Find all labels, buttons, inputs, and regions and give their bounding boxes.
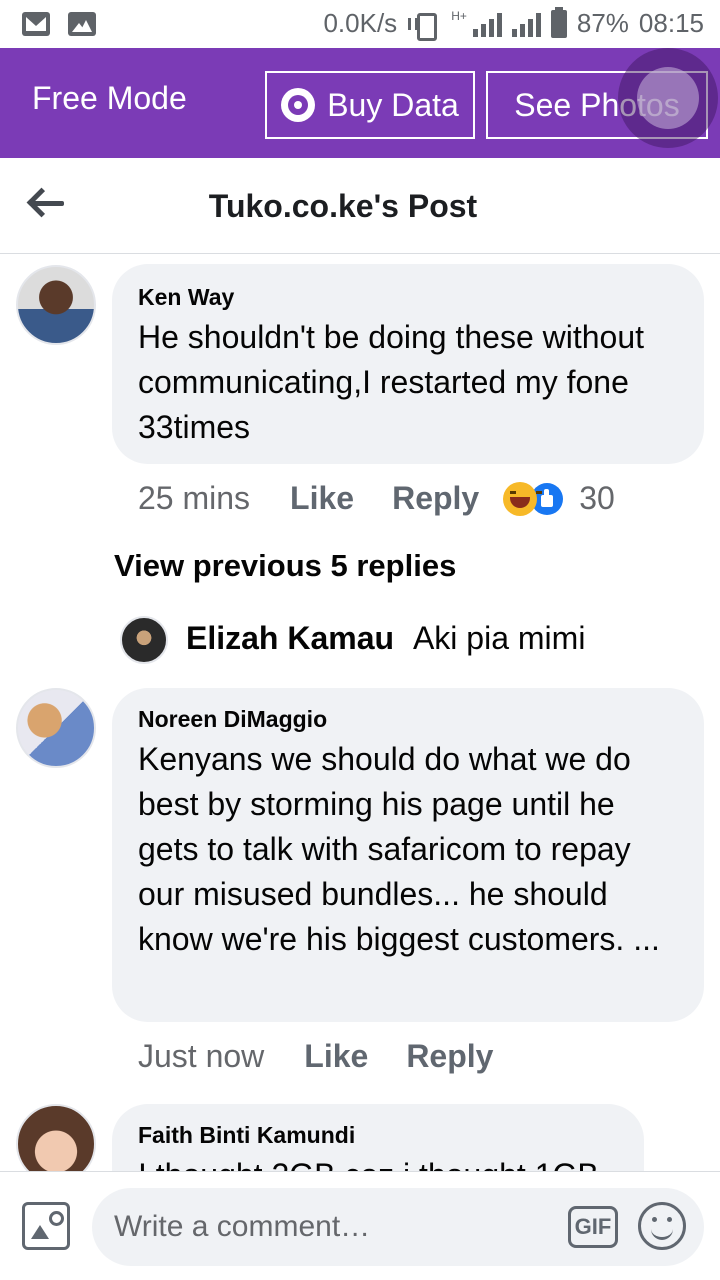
avatar[interactable] <box>16 1104 96 1171</box>
emoji-icon[interactable] <box>638 1202 686 1250</box>
gif-icon[interactable]: GIF <box>568 1206 618 1248</box>
signal-icon <box>472 11 502 37</box>
page-title: Tuko.co.ke's Post <box>208 188 478 224</box>
avatar[interactable] <box>16 688 96 768</box>
battery-icon <box>550 6 567 38</box>
network-type: H+ <box>451 8 467 23</box>
comment-bubble[interactable]: Faith Binti Kamundi I thought 2GB coz i … <box>112 1104 644 1171</box>
reply-button[interactable]: Reply <box>406 1038 493 1075</box>
post-header: Tuko.co.ke's Post <box>0 158 720 254</box>
haha-icon <box>503 481 543 516</box>
comment-time: Just now <box>138 1038 265 1074</box>
reply-author[interactable]: Elizah Kamau <box>186 620 394 656</box>
reply-text: Aki pia mimi <box>412 620 586 656</box>
reply-button[interactable]: Reply <box>392 480 479 517</box>
photo-icon[interactable] <box>22 1202 70 1250</box>
free-mode-bar: Free Mode Buy Data See Photos <box>0 48 720 158</box>
comment-text: Kenyans we should do what we do best by … <box>138 741 660 957</box>
clock: 08:15 <box>638 8 704 38</box>
comment-text: I thought 2GB coz i thought 1GB <box>138 1153 618 1171</box>
comment-bubble[interactable]: Noreen DiMaggio Kenyans we should do wha… <box>112 688 704 1022</box>
battery-percent: 87% <box>576 8 629 38</box>
comment-composer: Write a comment… GIF <box>0 1171 720 1280</box>
like-button[interactable]: Like <box>304 1038 368 1075</box>
comment-time: 25 mins <box>138 480 251 516</box>
buy-data-button[interactable]: Buy Data <box>265 71 475 139</box>
comment-text: He shouldn't be doing these without comm… <box>138 319 645 445</box>
touch-indicator-dot <box>637 67 699 129</box>
status-bar: 0.0K/s H+ 87% 08:15 <box>0 0 720 48</box>
gallery-notification-icon <box>68 12 96 36</box>
network-speed: 0.0K/s <box>323 8 398 38</box>
reactions[interactable] <box>503 481 564 516</box>
signal-icon-2 <box>511 11 541 37</box>
buy-data-label: Buy Data <box>327 86 459 123</box>
comment-actions: 25 mins Like Reply 30 <box>138 480 615 517</box>
view-previous-replies-link[interactable]: View previous 5 replies <box>114 548 456 584</box>
reaction-count: 30 <box>579 480 615 516</box>
comment-author[interactable]: Noreen DiMaggio <box>138 706 678 733</box>
broadcast-icon <box>281 88 316 122</box>
comment-author[interactable]: Ken Way <box>138 284 678 311</box>
avatar[interactable] <box>16 265 96 345</box>
comment-clip: Faith Binti Kamundi I thought 2GB coz i … <box>0 1100 720 1171</box>
gmail-notification-icon <box>22 12 50 36</box>
free-mode-label: Free Mode <box>32 80 187 116</box>
comment-author[interactable]: Faith Binti Kamundi <box>138 1122 618 1149</box>
like-button[interactable]: Like <box>290 480 354 517</box>
comment-bubble[interactable]: Ken Way He shouldn't be doing these with… <box>112 264 704 464</box>
vibrate-icon <box>407 11 441 41</box>
reply-row[interactable]: Elizah Kamau Aki pia mimi <box>186 620 585 657</box>
comment-actions: Just now Like Reply <box>138 1038 493 1075</box>
avatar[interactable] <box>120 616 168 664</box>
